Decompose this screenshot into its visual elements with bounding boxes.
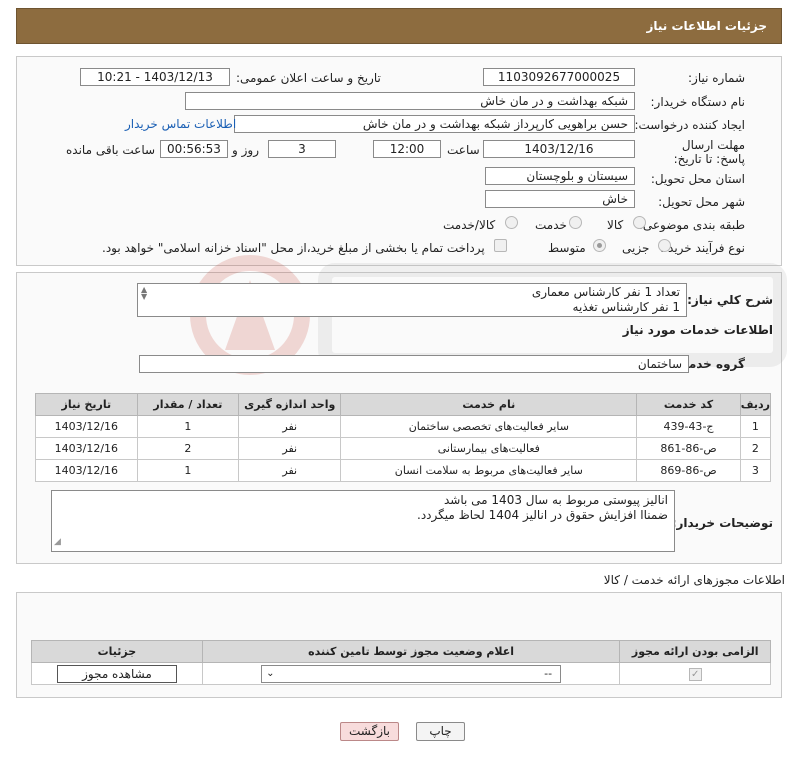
category-radio-goods-service[interactable] (505, 216, 518, 229)
process-option-minor: جزیی (622, 241, 650, 255)
process-radio-medium[interactable] (593, 239, 606, 252)
permit-status-select[interactable]: -- ⌄ (261, 664, 562, 683)
process-label: نوع فرآیند خرید : (660, 241, 745, 255)
permits-table: الزامی بودن ارائه مجوز اعلام وضعیت مجوز … (31, 640, 771, 685)
buyer-notes-label: توضیحات خریدار: (671, 516, 773, 530)
row-date: 1403/12/16 (35, 437, 138, 460)
row-date: 1403/12/16 (35, 459, 138, 482)
city-field: خاش (485, 190, 635, 208)
row-qty: 2 (136, 437, 240, 460)
table-row: 2 ص-86-861 فعالیت‌های بیمارستانی نفر 2 1… (35, 437, 772, 460)
row-unit: نفر (238, 459, 342, 482)
deadline-time-label: ساعت (447, 143, 480, 157)
row-qty: 1 (136, 415, 240, 438)
row-index: 1 (739, 415, 772, 438)
row-name: سایر فعالیت‌های مربوط به سلامت انسان (340, 459, 638, 482)
col-permit-status: اعلام وضعیت مجوز توسط تامین کننده (201, 640, 621, 663)
creator-field: حسن براهویی کارپرداز شبکه بهداشت و در ما… (234, 115, 635, 133)
buyer-org-field: شبکه بهداشت و در مان خاش (185, 92, 635, 110)
summary-textarea[interactable]: تعداد 1 نفر کارشناس معماری 1 نفر کارشناس… (137, 283, 687, 317)
page-header: جزئیات اطلاعات نیاز (16, 8, 782, 44)
permit-required-checkbox[interactable]: ✓ (688, 667, 702, 681)
permit-status-cell: -- ⌄ (201, 662, 621, 685)
row-code: ص-86-869 (636, 459, 741, 482)
summary-line-1: تعداد 1 نفر کارشناس معماری (531, 285, 680, 299)
permits-section-title: اطلاعات مجوزهای ارائه خدمت / کالا (603, 573, 785, 587)
col-code: کد خدمت (636, 393, 741, 416)
back-button[interactable]: بازگشت (340, 722, 399, 741)
category-radio-goods[interactable] (633, 216, 646, 229)
view-permit-button-label: مشاهده مجوز (82, 666, 152, 681)
buyer-notes-line-2: ضمناا افزایش حقوق در انالیز 1404 لحاظ می… (417, 508, 668, 522)
table-row: ✓ -- ⌄ مشاهده مجوز (31, 662, 771, 685)
print-button[interactable]: چاپ (416, 722, 465, 741)
remaining-label: ساعت باقی مانده (66, 143, 156, 157)
city-label: شهر محل تحویل: (658, 195, 745, 209)
province-label: استان محل تحویل: (650, 172, 745, 186)
row-name: سایر فعالیت‌های تخصصی ساختمان (340, 415, 638, 438)
category-option-service: خدمت (535, 218, 567, 232)
buyer-notes-textarea[interactable]: انالیز پیوستی مربوط به سال 1403 می باشد … (51, 490, 675, 552)
col-permit-required: الزامی بودن ارائه مجوز (619, 640, 771, 663)
col-index: ردیف (739, 393, 772, 416)
treasury-checkbox[interactable] (494, 239, 507, 252)
services-table: ردیف کد خدمت نام خدمت واحد اندازه گیری ت… (35, 393, 772, 482)
row-index: 3 (739, 459, 772, 482)
province-field: سیستان و بلوچستان (485, 167, 635, 185)
deadline-date-field: 1403/12/16 (483, 140, 635, 158)
row-unit: نفر (238, 415, 342, 438)
scroll-arrows-icon[interactable]: ▲ ▼ (141, 286, 147, 301)
permits-table-header: الزامی بودن ارائه مجوز اعلام وضعیت مجوز … (31, 640, 771, 663)
announce-field: 1403/12/13 - 10:21 (80, 68, 230, 86)
deadline-label: مهلت ارسال پاسخ: تا تاریخ: (673, 138, 745, 166)
service-group-field: ساختمان (139, 355, 689, 373)
col-unit: واحد اندازه گیری (238, 393, 342, 416)
row-unit: نفر (238, 437, 342, 460)
buyer-notes-line-1: انالیز پیوستی مربوط به سال 1403 می باشد (444, 493, 668, 507)
creator-label: ایجاد کننده درخواست: (634, 118, 745, 132)
table-row: 1 ج-43-439 سایر فعالیت‌های تخصصی ساختمان… (35, 415, 772, 438)
process-option-medium: متوسط (548, 241, 586, 255)
permit-status-value: -- (544, 666, 553, 680)
print-button-label: چاپ (429, 724, 452, 738)
row-name: فعالیت‌های بیمارستانی (340, 437, 638, 460)
category-radio-service[interactable] (569, 216, 582, 229)
treasury-note: پرداخت تمام یا بخشی از مبلغ خرید،از محل … (102, 241, 485, 255)
summary-line-2: 1 نفر کارشناس تغذیه (572, 300, 680, 314)
col-qty: تعداد / مقدار (136, 393, 240, 416)
col-name: نام خدمت (340, 393, 638, 416)
row-code: ج-43-439 (636, 415, 741, 438)
table-row: 3 ص-86-869 سایر فعالیت‌های مربوط به سلام… (35, 459, 772, 482)
category-option-goods: کالا (607, 218, 624, 232)
page-title: جزئیات اطلاعات نیاز (646, 19, 767, 33)
need-number-field: 1103092677000025 (483, 68, 635, 86)
services-section-title: اطلاعات خدمات مورد نیاز (622, 323, 773, 337)
row-index: 2 (739, 437, 772, 460)
row-code: ص-86-861 (636, 437, 741, 460)
permit-details-cell: مشاهده مجوز (31, 662, 203, 685)
col-permit-details: جزئیات (31, 640, 203, 663)
announce-label: تاریخ و ساعت اعلان عمومی: (236, 71, 381, 85)
back-button-label: بازگشت (349, 724, 390, 738)
days-field: 3 (268, 140, 336, 158)
resize-grip-icon[interactable]: ◢ (54, 535, 61, 550)
category-option-goods-service: کالا/خدمت (443, 218, 496, 232)
chevron-down-icon: ⌄ (266, 667, 275, 679)
remaining-time-field: 00:56:53 (160, 140, 228, 158)
buyer-org-label: نام دستگاه خریدار: (650, 95, 746, 109)
process-radio-minor[interactable] (658, 239, 671, 252)
days-label: روز و (232, 143, 259, 157)
row-date: 1403/12/16 (35, 415, 138, 438)
buyer-contact-link[interactable]: اطلاعات تماس خریدار (125, 117, 236, 131)
services-table-header: ردیف کد خدمت نام خدمت واحد اندازه گیری ت… (35, 393, 772, 416)
view-permit-button[interactable]: مشاهده مجوز (56, 664, 177, 683)
permit-required-cell: ✓ (619, 662, 771, 685)
row-qty: 1 (136, 459, 240, 482)
col-date: تاریخ نیاز (35, 393, 138, 416)
need-number-label: شماره نیاز: (688, 71, 745, 85)
category-label: طبقه بندی موضوعی: (638, 218, 745, 232)
deadline-time-field: 12:00 (373, 140, 441, 158)
summary-label: شرح کلي نياز: (687, 293, 773, 307)
